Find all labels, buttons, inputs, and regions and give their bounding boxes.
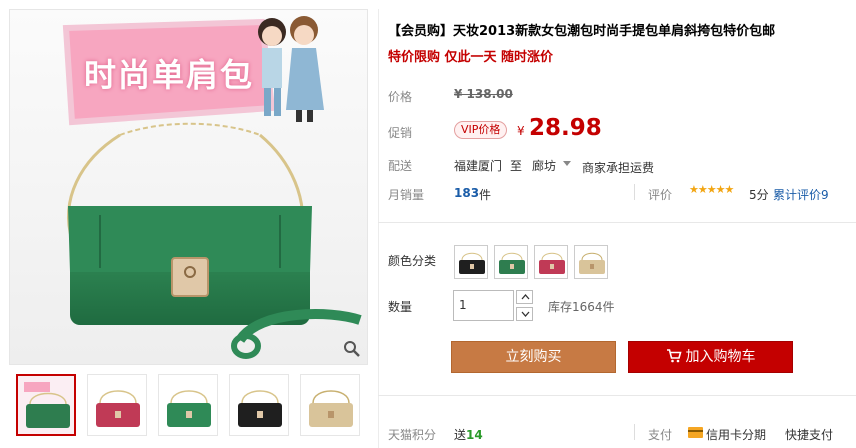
product-title: 【会员购】天妆2013新款女包潮包时尚手提包单肩斜挎包特价包邮 — [388, 24, 776, 39]
divider — [634, 424, 635, 440]
currency-symbol: ¥ — [517, 124, 525, 138]
chevron-down-icon — [521, 311, 530, 317]
add-to-cart-button[interactable]: 加入购物车 — [628, 341, 793, 373]
star-rating-icon: ★★★★★ — [689, 183, 734, 196]
price-label: 价格 — [388, 90, 413, 104]
section-divider — [378, 222, 856, 223]
points-number: 14 — [466, 428, 483, 442]
column-divider — [378, 9, 379, 448]
payment-label: 支付 — [648, 428, 673, 442]
quantity-decrease-button[interactable] — [516, 307, 533, 321]
thumbnail-5[interactable] — [300, 374, 360, 436]
promo-label: 促销 — [388, 126, 413, 140]
color-label: 颜色分类 — [388, 254, 437, 268]
delivery-label: 配送 — [388, 159, 413, 173]
delivery-origin: 福建厦门 — [454, 159, 503, 173]
thumbnail-4[interactable] — [229, 374, 289, 436]
cart-icon — [666, 348, 682, 362]
vip-price-badge: VIP价格 — [454, 121, 508, 139]
cartoon-figures — [258, 16, 324, 122]
credit-card-icon — [688, 427, 703, 438]
product-page: 时尚单肩包 【会员购】天妆2013新款女包潮包时尚手提包单肩斜挎包特价包邮 特价… — [0, 0, 856, 448]
chevron-up-icon — [521, 294, 530, 300]
stock-count: 库存1664件 — [548, 300, 615, 314]
quantity-label: 数量 — [388, 300, 413, 314]
section-divider — [378, 395, 856, 396]
zoom-icon[interactable] — [343, 340, 361, 358]
rating-score: 5分 — [749, 188, 769, 202]
chevron-down-icon[interactable] — [563, 161, 571, 166]
delivery-to-word: 至 — [510, 159, 523, 173]
points-value: 送14 — [454, 426, 483, 443]
color-swatch-red[interactable] — [534, 245, 568, 279]
original-price: ¥ 138.00 — [454, 87, 513, 101]
thumbnail-1[interactable] — [16, 374, 76, 436]
monthly-sales-count: 183 — [454, 186, 480, 200]
delivery-city-select[interactable]: 廊坊 — [532, 157, 556, 174]
divider — [634, 184, 635, 200]
monthly-sales-unit: 件 — [479, 188, 492, 202]
original-price-value: ¥ 138.00 — [454, 87, 513, 101]
product-subtitle: 特价限购 仅此一天 随时涨价 — [388, 50, 554, 65]
monthly-sales-label: 月销量 — [388, 188, 425, 202]
add-to-cart-label: 加入购物车 — [685, 349, 756, 365]
payment-credit-installment: 信用卡分期 — [706, 428, 767, 442]
points-label: 天猫积分 — [388, 428, 437, 442]
color-swatch-beige[interactable] — [574, 245, 608, 279]
banner-text: 时尚单肩包 — [83, 56, 254, 94]
color-swatch-black[interactable] — [454, 245, 488, 279]
buy-now-label: 立刻购买 — [505, 349, 562, 365]
buy-now-button[interactable]: 立刻购买 — [451, 341, 616, 373]
payment-quick-pay: 快捷支付 — [785, 428, 834, 442]
product-main-image[interactable]: 时尚单肩包 — [9, 9, 368, 365]
delivery-fee: 商家承担运费 — [582, 161, 655, 175]
current-price: 28.98 — [529, 115, 602, 141]
rating-label: 评价 — [648, 188, 673, 202]
quantity-increase-button[interactable] — [516, 290, 533, 304]
reviews-link[interactable]: 累计评价9 — [773, 186, 829, 203]
thumbnail-strip — [9, 374, 368, 448]
quantity-input[interactable]: 1 — [453, 290, 514, 321]
thumbnail-2[interactable] — [87, 374, 147, 436]
thumbnail-3[interactable] — [158, 374, 218, 436]
points-prefix: 送 — [454, 428, 467, 442]
color-swatch-green[interactable] — [494, 245, 528, 279]
